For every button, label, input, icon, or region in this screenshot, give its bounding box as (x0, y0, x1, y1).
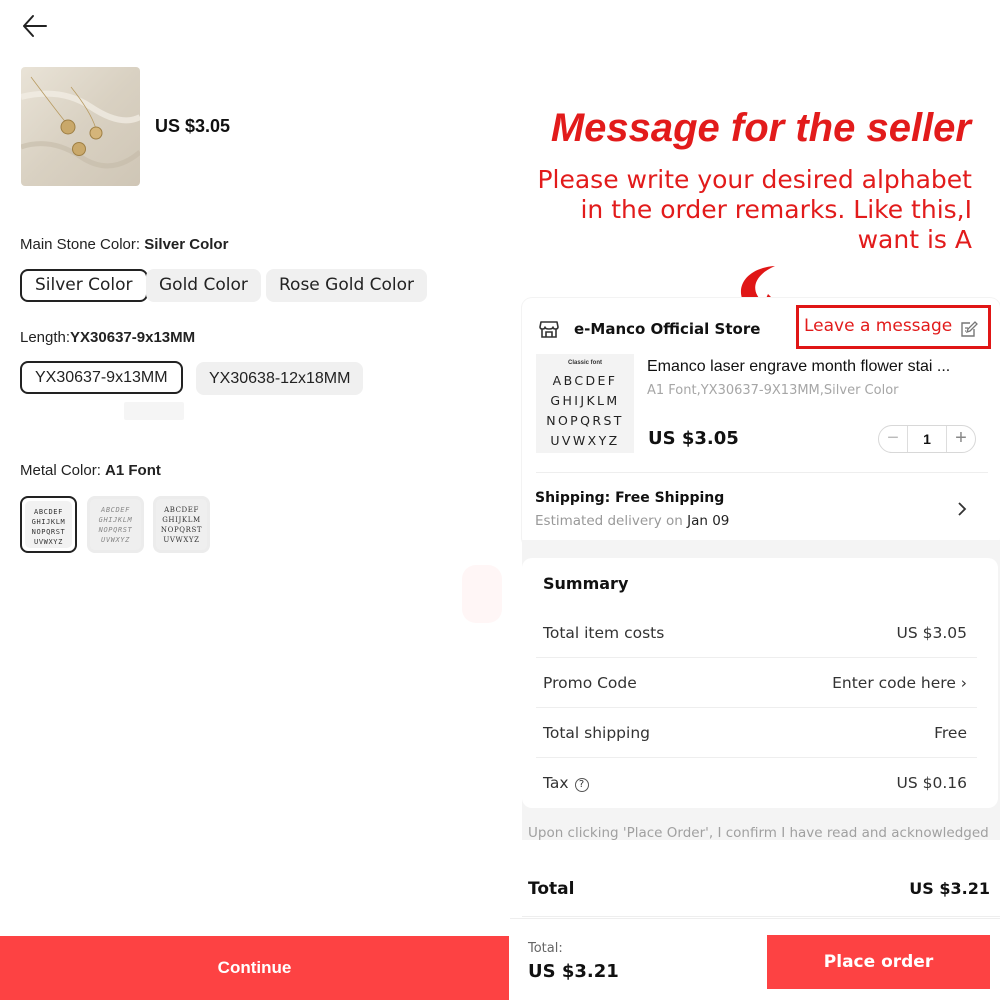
place-order-button[interactable]: Place order (767, 935, 990, 989)
stone-option-silver[interactable]: Silver Color (20, 269, 148, 302)
font-option-artistic[interactable]: ABCDEF GHIJKLM NOPQRST UVWXYZ (87, 496, 144, 553)
checkout-panel: Message for the seller Please write your… (510, 0, 1000, 1000)
chevron-right-icon: › (960, 674, 967, 692)
increase-quantity-button[interactable]: + (947, 426, 975, 452)
font-swatch-image-classic: ABCDEF GHIJKLM NOPQRST UVWXYZ (25, 501, 72, 548)
stone-option-gold[interactable]: Gold Color (146, 269, 261, 302)
summary-row-item-costs: Total item costs US $3.05 (536, 608, 977, 658)
product-image-letters: ABCDEF GHIJKLM NOPQRST UVWXYZ (546, 373, 624, 448)
metal-color-selected: A1 Font (105, 462, 161, 479)
metal-color-label: Metal Color: A1 Font (20, 462, 161, 479)
back-arrow-icon[interactable] (20, 12, 50, 40)
leave-message-button[interactable]: Leave a message (796, 305, 991, 349)
product-image[interactable]: Classic font ABCDEF GHIJKLM NOPQRST UVWX… (536, 354, 634, 453)
checkout-bottom-bar: Total: US $3.21 Place order (510, 918, 1000, 1000)
font-option-classic-serif[interactable]: ABCDEF GHIJKLM NOPQRST UVWXYZ (153, 496, 210, 553)
edit-note-icon (961, 321, 978, 337)
product-variant: A1 Font,YX30637-9X13MM,Silver Color (647, 383, 899, 398)
summary-row-shipping: Total shipping Free (536, 708, 977, 758)
length-label-text: Length: (20, 329, 71, 346)
decrease-quantity-button[interactable]: − (879, 426, 907, 452)
store-icon (539, 321, 559, 338)
main-stone-label: Main Stone Color: Silver Color (20, 236, 228, 253)
terms-disclaimer: Upon clicking 'Place Order', I confirm I… (528, 825, 989, 841)
continue-button[interactable]: Continue (0, 936, 509, 1000)
promo-code-entry[interactable]: Enter code here (832, 674, 956, 692)
product-thumbnail (21, 67, 140, 186)
main-stone-selected: Silver Color (144, 236, 229, 253)
sku-selector-panel: US $3.05 Main Stone Color: Silver Color … (0, 0, 510, 1000)
summary-row-tax: Tax? US $0.16 (543, 774, 967, 792)
estimated-delivery: Estimated delivery on Jan 09 (535, 513, 730, 529)
store-name[interactable]: e-Manco Official Store (574, 320, 760, 338)
total-label: Total (528, 879, 575, 899)
divider (536, 472, 988, 473)
quantity-value[interactable]: 1 (907, 426, 947, 452)
selected-price: US $3.05 (155, 116, 231, 136)
bottom-total-label: Total: (528, 941, 563, 956)
faint-decoration (462, 565, 502, 623)
annotation-headline: Message for the seller (550, 106, 971, 150)
bottom-total-value: US $3.21 (528, 961, 619, 982)
main-stone-label-text: Main Stone Color: (20, 236, 141, 253)
help-icon[interactable]: ? (574, 778, 589, 792)
annotation-instruction: Please write your desired alphabet in th… (537, 165, 972, 254)
product-price: US $3.05 (648, 428, 739, 449)
stone-option-rose-gold[interactable]: Rose Gold Color (266, 269, 428, 302)
faint-placeholder (124, 402, 184, 420)
length-selected: YX30637-9x13MM (70, 329, 196, 346)
length-label: Length:YX30637-9x13MM (20, 329, 195, 346)
product-title[interactable]: Emanco laser engrave month flower stai .… (647, 358, 987, 376)
chevron-right-icon[interactable] (956, 500, 968, 518)
font-swatch-image-artistic: ABCDEF GHIJKLM NOPQRST UVWXYZ (90, 499, 141, 550)
quantity-stepper: − 1 + (878, 425, 976, 453)
shipping-title: Shipping: Free Shipping (535, 490, 725, 506)
leave-message-label: Leave a message (804, 316, 953, 336)
order-summary: Summary Total item costs US $3.05 Promo … (522, 558, 998, 808)
font-swatch-image-serif: ABCDEF GHIJKLM NOPQRST UVWXYZ (156, 499, 207, 550)
length-option-12x18[interactable]: YX30638-12x18MM (196, 362, 364, 395)
product-image-caption: Classic font (567, 360, 602, 366)
delivery-date: Jan 09 (687, 513, 730, 529)
summary-title: Summary (543, 574, 629, 593)
length-option-9x13[interactable]: YX30637-9x13MM (20, 361, 183, 394)
metal-color-label-text: Metal Color: (20, 462, 101, 479)
summary-row-promo-code[interactable]: Promo Code Enter code here › (536, 658, 977, 708)
font-option-classic[interactable]: ABCDEF GHIJKLM NOPQRST UVWXYZ (20, 496, 77, 553)
total-value: US $3.21 (909, 879, 990, 898)
total-row: Total US $3.21 (522, 845, 1000, 917)
